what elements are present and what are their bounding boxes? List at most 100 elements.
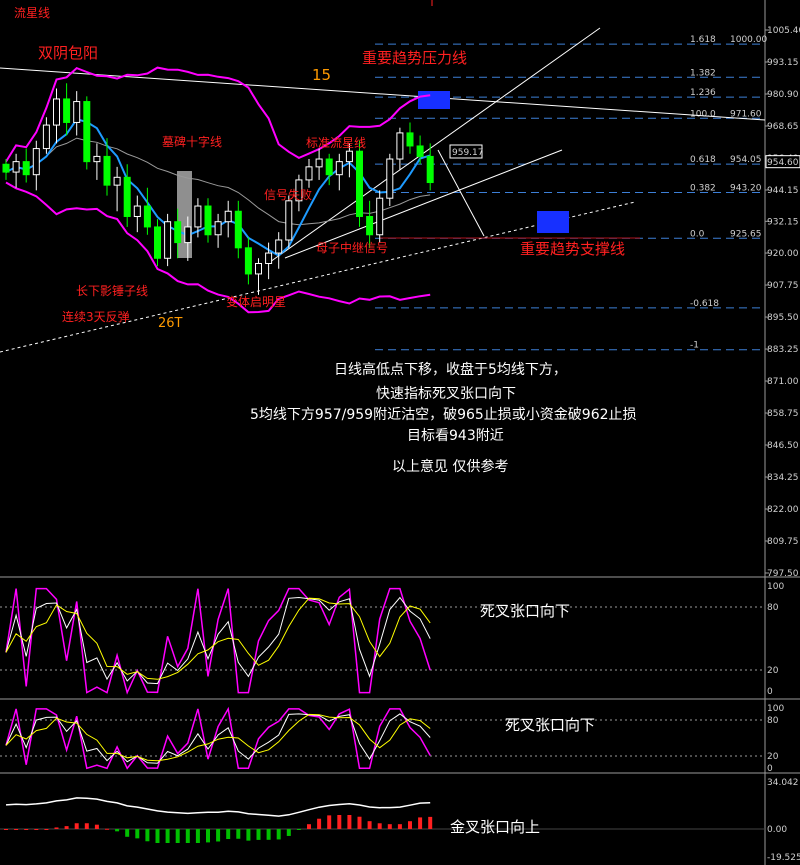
y-tick-label: 858.75 bbox=[767, 409, 799, 419]
macd-bar bbox=[44, 829, 49, 830]
candle-body bbox=[376, 197, 384, 236]
macd-bar bbox=[307, 824, 311, 829]
candle-body bbox=[325, 158, 333, 176]
rsi-panel-tick: 20 bbox=[767, 752, 779, 762]
fib-ratio-label: 0.382 bbox=[690, 183, 716, 193]
candle-body bbox=[204, 205, 212, 236]
macd-bar bbox=[185, 829, 190, 843]
fib-ratio-label: 1.382 bbox=[690, 68, 716, 78]
fib-ratio-label: -0.618 bbox=[690, 299, 719, 309]
macd-bar bbox=[135, 829, 140, 839]
macd-bar bbox=[256, 829, 261, 840]
macd-bar bbox=[14, 829, 19, 830]
macd-bar bbox=[367, 821, 372, 829]
pressure-trendline bbox=[0, 67, 766, 121]
candle-body bbox=[133, 205, 141, 217]
kdj-panel-tick: 20 bbox=[767, 666, 779, 676]
y-tick-label: 834.25 bbox=[767, 473, 799, 483]
macd-bar bbox=[84, 823, 89, 829]
candle-body bbox=[22, 161, 30, 176]
candle-body bbox=[194, 205, 202, 228]
candle-body bbox=[63, 98, 71, 123]
candle-body bbox=[184, 226, 192, 244]
macd-bar bbox=[296, 829, 301, 830]
fib-price-label: 954.05 bbox=[730, 155, 762, 165]
kdj-panel-tick: 80 bbox=[767, 603, 779, 613]
macd-bar bbox=[125, 829, 130, 837]
macd-bar bbox=[24, 829, 29, 830]
fib-price-label: 925.65 bbox=[730, 229, 762, 239]
macd-bar bbox=[347, 815, 352, 829]
candle-body bbox=[113, 176, 121, 186]
macd-bar bbox=[74, 823, 79, 829]
rsi-panel-tick: 80 bbox=[767, 716, 779, 726]
y-tick-label: 846.50 bbox=[767, 441, 799, 451]
price-marker-box bbox=[449, 144, 483, 159]
macd-bar bbox=[357, 816, 362, 829]
fib-ratio-label: 1.236 bbox=[690, 88, 716, 98]
y-tick-label: 907.75 bbox=[767, 281, 799, 291]
macd-bar bbox=[387, 824, 392, 829]
price-chart: 1.618 1000.001.3821.236100.0 971.600.618 95… bbox=[0, 0, 800, 865]
candle-body bbox=[143, 205, 151, 228]
ma20-line bbox=[5, 137, 431, 226]
macd-bar bbox=[34, 829, 39, 830]
macd-bar bbox=[4, 829, 8, 830]
macd-bar bbox=[54, 827, 59, 829]
y-tick-label: 980.90 bbox=[767, 90, 799, 100]
candle-body bbox=[12, 161, 20, 173]
y-tick-label: 871.00 bbox=[767, 377, 799, 387]
candle-body bbox=[295, 179, 303, 202]
fib-ratio-label: 100.0 bbox=[690, 109, 716, 119]
candle-body bbox=[103, 155, 111, 186]
macd-bar bbox=[226, 829, 231, 839]
macd-bar bbox=[428, 816, 433, 829]
candle-body bbox=[426, 155, 434, 184]
macd-bar bbox=[377, 823, 382, 829]
macd-bar bbox=[155, 829, 160, 843]
macd-bar bbox=[115, 829, 120, 832]
candle-body bbox=[224, 210, 232, 223]
current-price-box bbox=[765, 155, 800, 169]
macd-tick: -19.525 bbox=[767, 853, 800, 863]
fib-ratio-label: 0.0 bbox=[690, 229, 705, 239]
macd-bar bbox=[145, 829, 150, 842]
macd-tick: 34.042 bbox=[767, 778, 799, 788]
candle-body bbox=[416, 145, 424, 157]
candle-body bbox=[234, 210, 242, 249]
candle-body bbox=[2, 163, 10, 173]
candle-body bbox=[174, 221, 182, 244]
macd-bar bbox=[397, 824, 402, 829]
candle-body bbox=[214, 221, 222, 236]
fib-price-label: 943.20 bbox=[730, 183, 762, 193]
fib-price-label: 1000.00 bbox=[730, 35, 767, 45]
macd-bar bbox=[266, 829, 271, 840]
candle-body bbox=[244, 247, 252, 275]
macd-dif-line bbox=[5, 797, 431, 817]
candle-body bbox=[366, 215, 374, 236]
macd-bar bbox=[286, 829, 291, 836]
macd-bar bbox=[246, 829, 251, 841]
rsi-panel-j-line bbox=[5, 706, 431, 770]
y-tick-label: 895.50 bbox=[767, 313, 799, 323]
macd-bar bbox=[216, 829, 221, 842]
macd-bar bbox=[337, 815, 342, 829]
macd-bar bbox=[236, 829, 241, 839]
candle-body bbox=[93, 155, 101, 163]
gap-highlight bbox=[177, 171, 192, 258]
macd-bar bbox=[327, 815, 332, 829]
macd-bar bbox=[408, 821, 412, 829]
y-tick-label: 822.00 bbox=[767, 505, 799, 515]
rsi-panel-tick: 100 bbox=[767, 704, 784, 714]
macd-bar bbox=[94, 824, 99, 829]
macd-bar bbox=[64, 826, 69, 829]
projection-line bbox=[437, 149, 485, 237]
kdj-panel-tick: 100 bbox=[767, 582, 784, 592]
y-tick-label: 932.15 bbox=[767, 217, 799, 227]
candle-body bbox=[154, 226, 161, 259]
candle-body bbox=[275, 239, 283, 254]
candle-body bbox=[356, 150, 363, 217]
candle-body bbox=[53, 98, 60, 126]
y-tick-label: 944.15 bbox=[767, 186, 799, 196]
candle-body bbox=[164, 221, 172, 259]
